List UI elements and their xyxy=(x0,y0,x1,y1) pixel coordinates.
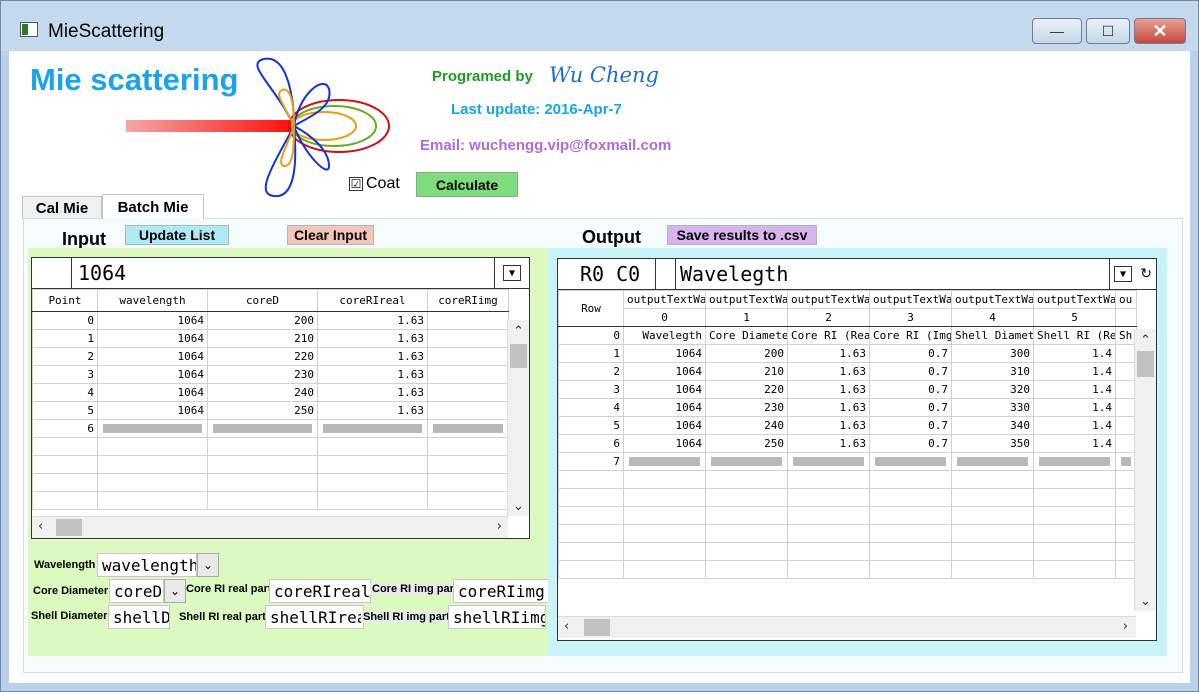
input-table: Point wavelength coreD coreRIreal coreRI… xyxy=(32,289,509,510)
table-row[interactable]: 4 1064 240 1.63 xyxy=(32,383,509,402)
window-title: MieScattering xyxy=(48,21,165,42)
tab-cal-mie[interactable]: Cal Mie xyxy=(22,196,102,219)
table-row[interactable]: 1 1064 200 1.63 0.7 300 1.4 xyxy=(558,344,1137,363)
last-update-label: Last update: 2016-Apr-7 xyxy=(451,101,622,118)
col-header-corerireal[interactable]: coreRIreal xyxy=(317,289,428,312)
core-ri-real-label: Core RI real part xyxy=(186,583,272,595)
wavelength-dropdown[interactable]: ⌄ xyxy=(197,553,219,577)
table-row[interactable]: 5 1064 250 1.63 xyxy=(32,401,509,420)
app-window: MieScattering — ☐ ✕ Mie scattering Progr… xyxy=(0,0,1199,692)
input-horizontal-scrollbar[interactable]: ‹ › xyxy=(32,516,508,538)
col-header-cored[interactable]: coreD xyxy=(207,289,318,312)
dropdown-icon[interactable]: ▼ xyxy=(1114,266,1133,282)
core-ri-real-combo[interactable]: coreRIreal xyxy=(269,579,371,603)
shell-ri-img-combo[interactable]: shellRIimg xyxy=(448,605,546,629)
title-bar: MieScattering — ☐ ✕ xyxy=(1,1,1198,51)
tab-batch-mie[interactable]: Batch Mie xyxy=(102,194,204,219)
shell-diameter-combo[interactable]: shellD xyxy=(108,605,170,629)
close-button[interactable]: ✕ xyxy=(1134,18,1186,44)
core-diameter-dropdown[interactable]: ⌄ xyxy=(164,579,186,603)
save-csv-button[interactable]: Save results to .csv xyxy=(667,225,817,245)
scroll-right-icon[interactable]: › xyxy=(497,519,502,534)
scroll-down-icon[interactable]: ⌄ xyxy=(1140,594,1151,609)
col-header-wavelength[interactable]: wavelength xyxy=(97,289,208,312)
coat-check-icon[interactable]: ☑ xyxy=(349,177,363,191)
scroll-thumb[interactable] xyxy=(584,619,610,636)
col-header[interactable]: outputTextWav xyxy=(951,290,1034,309)
shell-ri-real-combo[interactable]: shellRIreal xyxy=(265,605,364,629)
scroll-thumb[interactable] xyxy=(510,344,527,368)
shell-ri-img-label: Shell RI img part xyxy=(361,611,452,623)
new-row[interactable]: 6 xyxy=(32,419,509,438)
col-header[interactable]: outputTextWav xyxy=(869,290,952,309)
col-header[interactable]: ou xyxy=(1115,290,1137,309)
scroll-down-icon[interactable]: ⌄ xyxy=(513,499,524,514)
output-pane: R0 C0 Wavelegth ▼ ↻ Row outputTextWav ou… xyxy=(548,248,1167,656)
client-area: Mie scattering Programed by Wu Cheng Las… xyxy=(9,51,1190,683)
core-ri-img-label: Core RI img part xyxy=(370,583,460,595)
scroll-thumb[interactable] xyxy=(1137,351,1154,377)
scroll-left-icon[interactable]: ‹ xyxy=(38,519,43,534)
minimize-button[interactable]: — xyxy=(1032,18,1082,44)
calculate-button[interactable]: Calculate xyxy=(416,172,518,197)
clear-input-button[interactable]: Clear Input xyxy=(287,225,374,245)
wavelength-combo[interactable]: wavelength xyxy=(97,553,197,577)
output-cell-editor: R0 C0 Wavelegth ▼ ↻ xyxy=(558,258,1156,290)
core-diameter-label: Core Diameter xyxy=(33,585,109,597)
core-ri-img-combo[interactable]: coreRIimg xyxy=(453,579,553,603)
update-list-button[interactable]: Update List xyxy=(125,225,229,245)
chevron-down-icon[interactable]: ⌄ xyxy=(203,558,213,572)
output-vertical-scrollbar[interactable]: ⌃ ⌄ xyxy=(1134,329,1156,611)
scroll-up-icon[interactable]: ⌃ xyxy=(1140,333,1151,348)
col-header-point[interactable]: Point xyxy=(32,289,98,312)
table-row[interactable]: 6 1064 250 1.63 0.7 350 1.4 xyxy=(558,434,1137,453)
input-label: Input xyxy=(62,229,106,249)
output-table: Row outputTextWav outputTextWav outputTe… xyxy=(558,290,1137,579)
shell-ri-real-label: Shell RI real part xyxy=(179,611,266,623)
maximize-button[interactable]: ☐ xyxy=(1086,18,1130,44)
output-cell-value[interactable]: Wavelegth xyxy=(676,258,1110,290)
col-header-row[interactable]: Row xyxy=(558,290,624,327)
table-row[interactable]: 3 1064 230 1.63 xyxy=(32,365,509,384)
programmed-by-label: Programed by xyxy=(432,68,533,85)
input-cell-editor: 1064 ▼ xyxy=(32,257,529,289)
coat-label: Coat xyxy=(366,175,400,192)
table-row[interactable]: 4 1064 230 1.63 0.7 330 1.4 xyxy=(558,398,1137,417)
col-header[interactable]: outputTextWav xyxy=(705,290,788,309)
input-vertical-scrollbar[interactable]: ⌃ ⌄ xyxy=(507,320,529,516)
wavelength-label: Wavelength xyxy=(34,559,96,571)
author-signature: Wu Cheng xyxy=(549,63,659,87)
chevron-down-icon[interactable]: ⌄ xyxy=(170,584,180,598)
input-grid[interactable]: 1064 ▼ Point wavelength coreD coreRIreal… xyxy=(31,257,530,539)
refresh-icon[interactable]: ↻ xyxy=(1140,266,1152,282)
output-cell-ref: R0 C0 xyxy=(558,258,656,290)
col-header[interactable]: outputTextWav xyxy=(623,290,706,309)
table-row[interactable]: 3 1064 220 1.63 0.7 320 1.4 xyxy=(558,380,1137,399)
scroll-right-icon[interactable]: › xyxy=(1123,619,1128,634)
scroll-left-icon[interactable]: ‹ xyxy=(564,619,569,634)
table-row[interactable]: 5 1064 240 1.63 0.7 340 1.4 xyxy=(558,416,1137,435)
dropdown-icon[interactable]: ▼ xyxy=(503,265,521,281)
output-horizontal-scrollbar[interactable]: ‹ › xyxy=(558,616,1136,638)
input-cell-dropdown[interactable]: ▼ xyxy=(495,265,529,281)
core-diameter-combo[interactable]: coreD xyxy=(109,579,164,603)
input-cell-value[interactable]: 1064 xyxy=(72,257,495,289)
output-label: Output xyxy=(582,227,641,247)
table-row[interactable]: 0 Wavelegth Core Diameter Core RI (Real … xyxy=(558,326,1137,345)
coat-checkbox[interactable]: ☑ Coat xyxy=(349,175,400,193)
app-icon xyxy=(20,22,38,37)
output-grid[interactable]: R0 C0 Wavelegth ▼ ↻ Row outputTextWav ou… xyxy=(557,258,1157,641)
table-row[interactable]: 1 1064 210 1.63 xyxy=(32,329,509,348)
col-header[interactable]: outputTextWav xyxy=(1033,290,1116,309)
email-label: Email: wuchengg.vip@foxmail.com xyxy=(420,137,672,154)
scroll-thumb[interactable] xyxy=(56,519,82,536)
col-header[interactable]: outputTextWav xyxy=(787,290,870,309)
table-row[interactable]: 2 1064 210 1.63 0.7 310 1.4 xyxy=(558,362,1137,381)
shell-diameter-label: Shell Diameter xyxy=(31,610,108,622)
table-row[interactable]: 0 1064 200 1.63 xyxy=(32,311,509,330)
col-header-coreriimg[interactable]: coreRIimg xyxy=(427,289,509,312)
new-row[interactable]: 7 xyxy=(558,452,1137,471)
table-row[interactable]: 2 1064 220 1.63 xyxy=(32,347,509,366)
scroll-up-icon[interactable]: ⌃ xyxy=(513,324,524,339)
